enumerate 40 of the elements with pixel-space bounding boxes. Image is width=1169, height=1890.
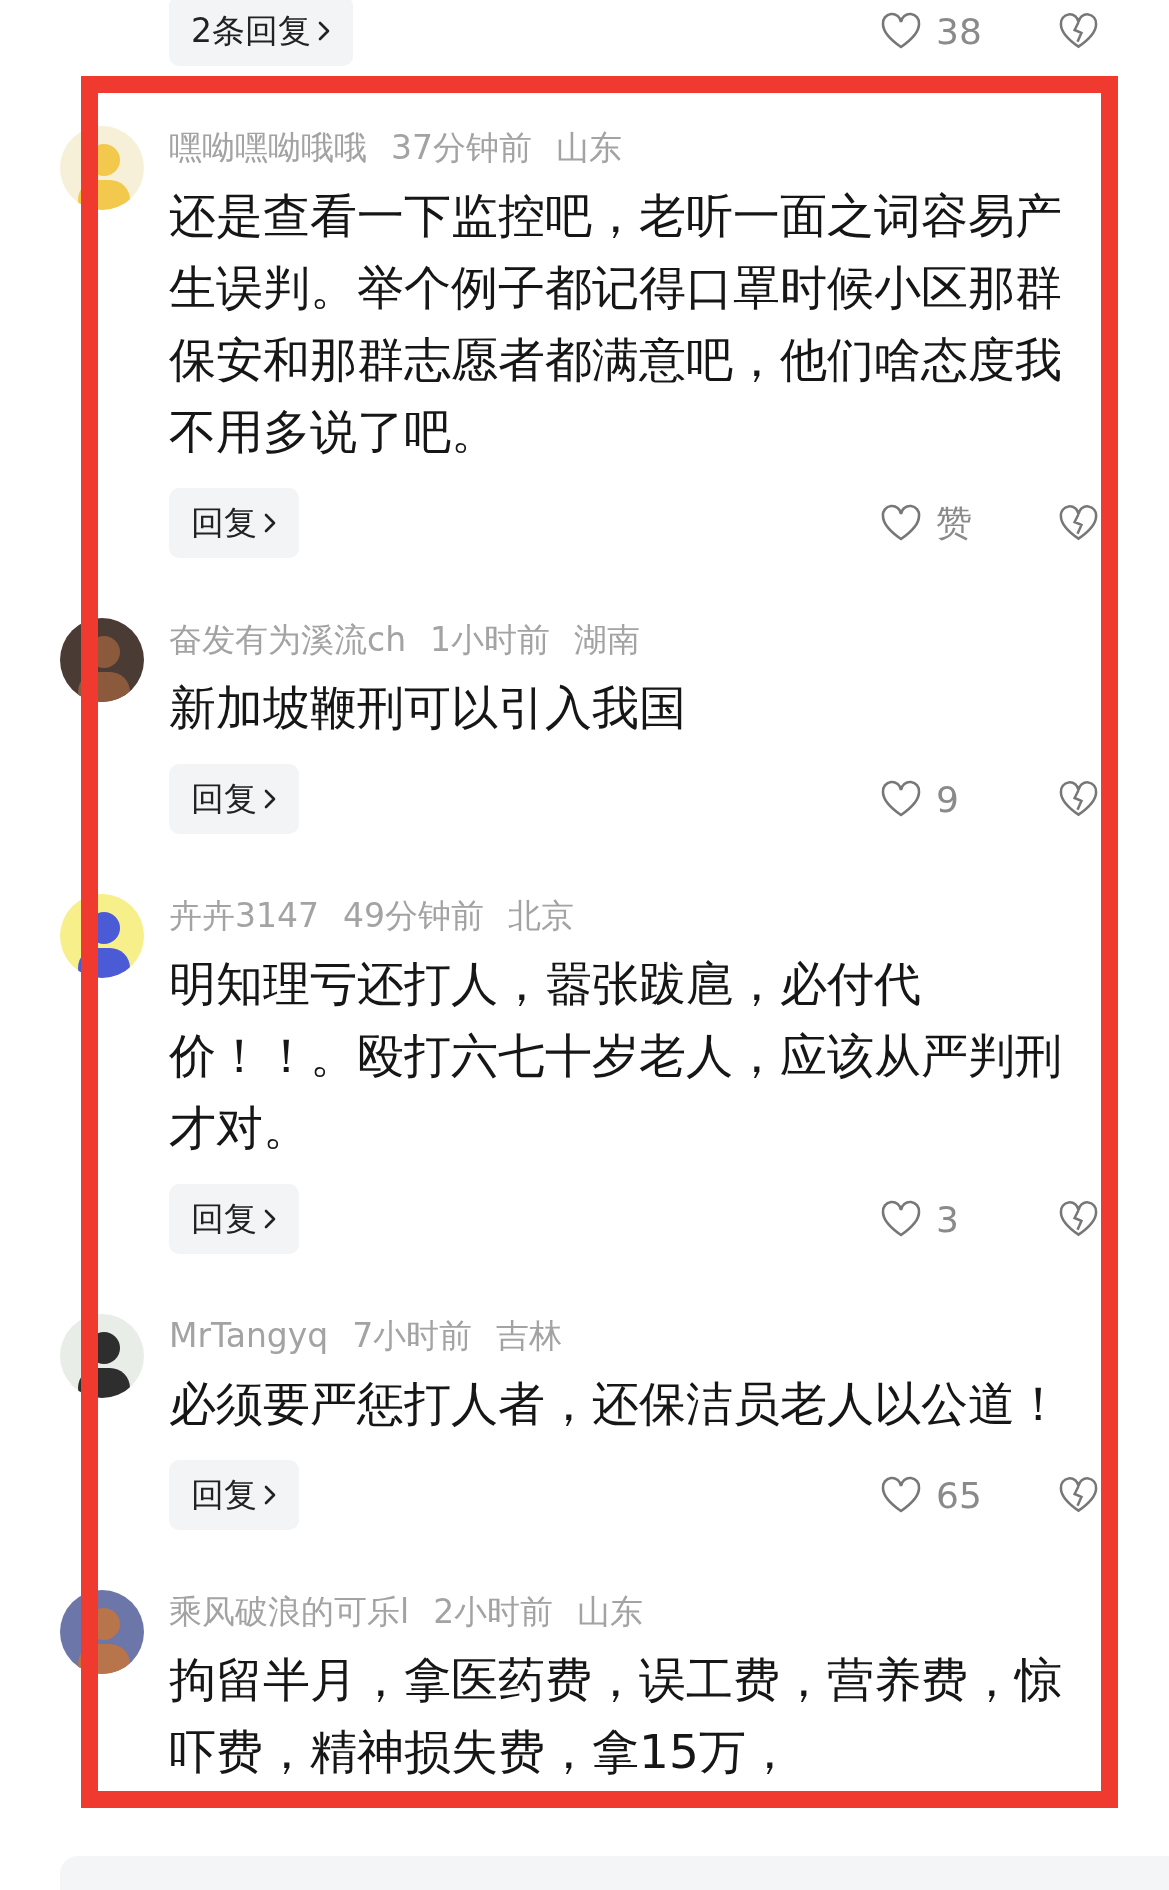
reply-button[interactable]: 回复 xyxy=(169,1184,299,1254)
reply-button[interactable]: 回复 xyxy=(169,488,299,558)
broken-heart-icon[interactable] xyxy=(1058,12,1099,50)
comment-location: 湖南 xyxy=(574,619,641,661)
like-count: 9 xyxy=(936,778,959,820)
comment-time: 1小时前 xyxy=(430,619,551,661)
like-count: 赞 xyxy=(936,500,972,545)
chevron-icon xyxy=(263,787,277,811)
chevron-icon xyxy=(263,1483,277,1507)
comment-location: 山东 xyxy=(556,127,622,169)
chevron-icon xyxy=(263,1207,277,1231)
comment-text: 必须要严惩打人者，还保洁员老人以公道！ xyxy=(169,1375,1063,1433)
like-count: 38 xyxy=(936,10,982,52)
heart-icon[interactable] xyxy=(880,12,922,50)
heart-icon[interactable] xyxy=(880,504,922,542)
like-count: 65 xyxy=(936,1474,982,1516)
heart-icon[interactable] xyxy=(880,780,922,818)
broken-heart-icon[interactable] xyxy=(1058,1476,1099,1514)
comment-location: 吉林 xyxy=(496,1315,563,1357)
chevron-icon xyxy=(317,19,331,43)
broken-heart-icon[interactable] xyxy=(1058,1200,1099,1238)
comment-location: 北京 xyxy=(508,895,574,937)
comment-text: 新加坡鞭刑可以引入我国 xyxy=(169,679,687,737)
comment-text: 拘留半月，拿医药费，误工费，营养费，惊 吓费，精神损失费，拿15万， xyxy=(169,1651,1063,1781)
broken-heart-icon[interactable] xyxy=(1058,780,1099,818)
heart-icon[interactable] xyxy=(880,1200,922,1238)
heart-icon[interactable] xyxy=(880,1476,922,1514)
comment-text: 还是查看一下监控吧，老听一面之词容易产 生误判。举个例子都记得口罩时候小区那群 保安和那群志愿者都满意吧，他们啥态度我 不用多说了吧。 xyxy=(169,187,1063,461)
reply-button[interactable]: 回复 xyxy=(169,1460,299,1530)
chevron-icon xyxy=(263,511,277,535)
comment-time: 37分钟前 xyxy=(391,127,532,169)
comment-time: 49分钟前 xyxy=(343,895,484,937)
comment-location: 山东 xyxy=(577,1591,644,1633)
like-count: 3 xyxy=(936,1198,959,1240)
comment-time: 7小时前 xyxy=(352,1315,473,1357)
comment-time: 2小时前 xyxy=(433,1591,554,1633)
broken-heart-icon[interactable] xyxy=(1058,504,1099,542)
reply-button[interactable]: 回复 xyxy=(169,764,299,834)
reply-button[interactable]: 2条回复 xyxy=(169,0,353,66)
comment-text: 明知理亏还打人，嚣张跋扈，必付代 价！！。殴打六七十岁老人，应该从严判刑 才对。 xyxy=(169,955,1063,1157)
